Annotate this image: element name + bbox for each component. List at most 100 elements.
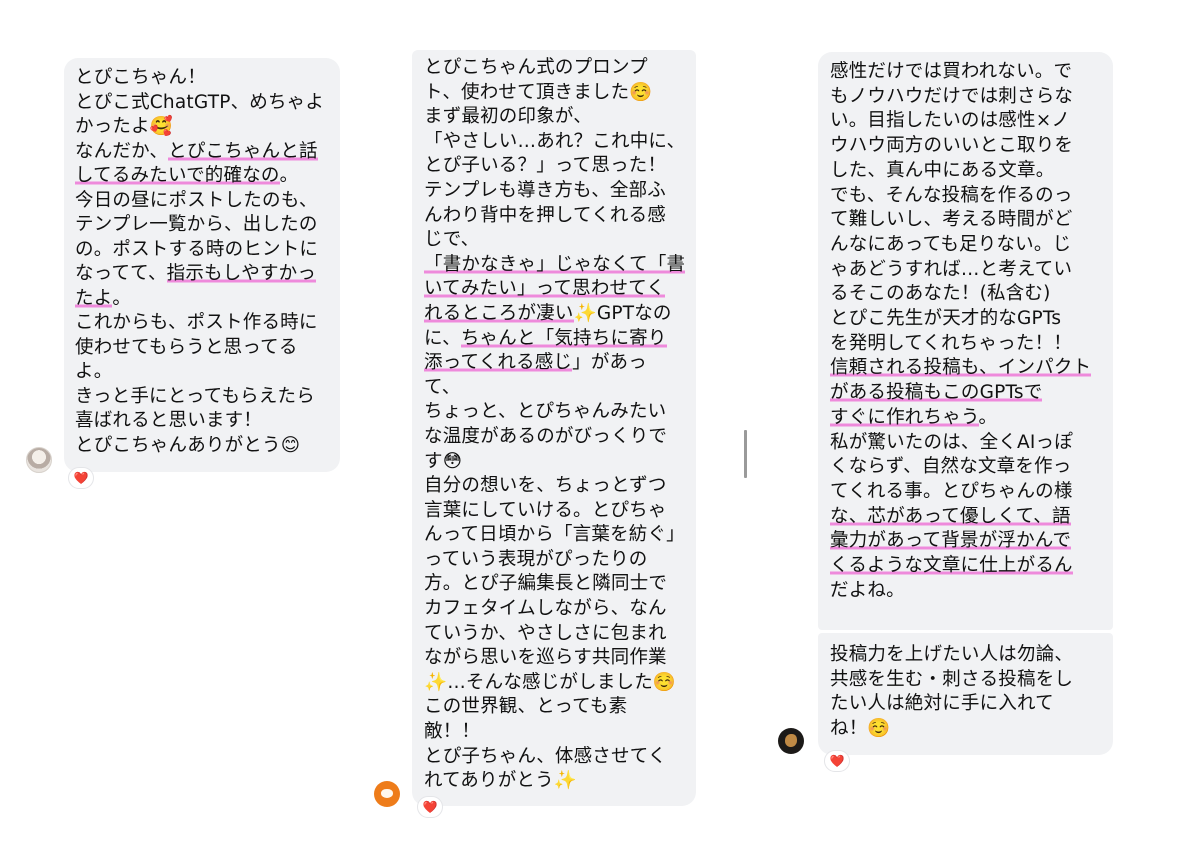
message-line: 感性だけでは買われない。で xyxy=(830,60,1101,85)
message-bubble-4[interactable]: 投稿力を上げたい人は勿論、 共感を生む・刺さる投稿をし たい人は絶対に手に入れて ね！… xyxy=(818,633,1113,755)
sender-avatar-2[interactable] xyxy=(374,781,400,807)
highlighted-text: な、芯があって優しくて、語 xyxy=(830,505,1071,527)
message-text: とぴこちゃん式のプロンプ ト、使わせて頂きました☺️ まず最初の印象が、 「やさしい…… xyxy=(424,56,686,794)
message-text-segment: 今日の昼にポストしたのも、 xyxy=(75,189,318,211)
message-text-segment: な温度があるのがびっくりで xyxy=(424,425,668,447)
heart-reaction-icon[interactable]: ❤️ xyxy=(824,750,850,772)
message-text-segment: テンプレ一覧から、出したの xyxy=(75,214,318,235)
message-text-segment: とぴこ先生が天才的なGPTs xyxy=(830,308,1062,330)
sender-avatar-1[interactable] xyxy=(26,447,52,473)
message-line: とぴこちゃん式のプロンプ xyxy=(424,56,684,81)
message-text-segment: とぴこ式ChatGTP、めちゃよ xyxy=(75,91,325,113)
message-text-segment: ✨GPTなの xyxy=(573,302,672,324)
message-line: たい人は絶対に手に入れて xyxy=(830,692,1101,717)
message-line: ✨…そんな感じがしました☺️ xyxy=(424,671,684,696)
highlighted-text: すぐに作れちゃう xyxy=(830,406,979,428)
highlighted-text: れるところが凄い xyxy=(424,302,574,324)
message-bubble-1[interactable]: とぴこちゃん！ とぴこ式ChatGTP、めちゃよ かったよ🥰 なんだか、とぴこちゃんと… xyxy=(64,58,340,472)
message-text-segment: す😳 xyxy=(424,450,463,472)
message-text-segment: 感性だけでは買われない。で xyxy=(830,61,1073,82)
message-text-segment: とぴこちゃん式のプロンプ xyxy=(424,57,648,78)
message-text-segment: なんだか、 xyxy=(75,140,169,162)
message-line: っていう表現がぴったりの xyxy=(424,548,684,573)
message-line: なってて、指示もしやすかっ xyxy=(75,262,329,287)
message-line: くるような文章に仕上がるん xyxy=(830,554,1101,579)
message-line: だよね。 xyxy=(830,579,1101,604)
message-text-segment: 喜ばれると思います！ xyxy=(75,410,263,431)
message-line: ちょっと、とぴちゃんみたい xyxy=(424,400,684,425)
message-text-segment: これからも、ポスト作る時に xyxy=(75,312,318,333)
message-text-segment: とぴ子いる？」って思った！ xyxy=(424,155,667,177)
message-text-segment: 共感を生む・刺さる投稿をし xyxy=(830,668,1074,690)
message-line: ゃあどうすれば…と考えてい xyxy=(830,258,1101,283)
message-text-segment: じで、 xyxy=(424,229,480,251)
message-text-segment: なってて、 xyxy=(75,263,167,284)
message-line: テンプレ一覧から、出したの xyxy=(75,213,329,238)
message-text-segment: この世界観、とっても素 xyxy=(424,696,628,718)
message-line: ウハウ両方のいいとこ取りを xyxy=(830,134,1101,159)
message-line: とぴ子いる？」って思った！ xyxy=(424,154,684,179)
message-line: とぴこ先生が天才的なGPTs xyxy=(830,307,1101,332)
message-line: 私が驚いたのは、全くAIっぽ xyxy=(830,431,1101,456)
message-line: 信頼される投稿も、インパクト xyxy=(830,356,1101,381)
message-line: んわり背中を押してくれる感 xyxy=(424,204,684,229)
message-line: 言葉にしていける。とぴちゃ xyxy=(424,499,684,524)
message-text-segment: 投稿力を上げたい人は勿論、 xyxy=(830,644,1074,665)
highlighted-text: 彙力があって背景が浮かんで xyxy=(830,530,1072,552)
message-line: を発明してくれちゃった！！ xyxy=(830,332,1101,357)
message-line: じで、 xyxy=(424,228,684,253)
message-text-segment: ウハウ両方のいいとこ取りを xyxy=(830,135,1074,157)
message-text-segment: 使わせてもらうと思ってる xyxy=(75,336,298,358)
highlighted-text: いてみたい」って思わせてく xyxy=(424,278,666,300)
message-bubble-2[interactable]: とぴこちゃん式のプロンプ ト、使わせて頂きました☺️ まず最初の印象が、 「やさしい…… xyxy=(412,50,696,806)
message-line: がある投稿もこのGPTsで xyxy=(830,381,1101,406)
message-line: んなにあっても足りない。じ xyxy=(830,233,1101,258)
message-line: てくれる事。とぴちゃんの様 xyxy=(830,480,1101,505)
message-line: に、ちゃんと「気持ちに寄り xyxy=(424,327,684,352)
message-text-segment: くならず、自然な文章を作っ xyxy=(830,456,1072,478)
divider xyxy=(744,430,747,478)
message-line: ていうか、やさしさに包まれ xyxy=(424,622,684,647)
message-line: ト、使わせて頂きました☺️ xyxy=(424,81,684,106)
highlighted-text: ちゃんと「気持ちに寄り xyxy=(460,327,667,349)
message-line: テンプレも導き方も、全部ふ xyxy=(424,179,684,204)
message-text-segment: とぴこちゃんありがとう😊 xyxy=(75,434,301,456)
message-text-segment: ね！☺️ xyxy=(830,718,891,740)
message-text-segment: かったよ🥰 xyxy=(75,116,174,137)
message-line: 喜ばれると思います！ xyxy=(75,409,329,434)
highlighted-text: がある投稿もこのGPTsで xyxy=(830,382,1043,404)
message-line: 彙力があって背景が浮かんで xyxy=(830,529,1101,554)
message-text-segment: もノウハウだけでは刺さらな xyxy=(830,85,1074,107)
highlighted-text: してるみたいで的確なの xyxy=(75,165,280,186)
message-line: 投稿力を上げたい人は勿論、 xyxy=(830,643,1101,668)
message-line: よ。 xyxy=(75,360,329,385)
message-line: 「やさしい…あれ？これ中に、 xyxy=(424,130,685,155)
message-text-segment: でも、そんな投稿を作るのっ xyxy=(830,184,1073,206)
message-line: んって日頃から「言葉を紡ぐ」 xyxy=(424,523,685,548)
message-text-segment: とぴこちゃん！ xyxy=(75,67,206,88)
message-text-segment: て、 xyxy=(424,376,461,398)
message-text: 投稿力を上げたい人は勿論、 共感を生む・刺さる投稿をし たい人は絶対に手に入れて ね！… xyxy=(830,643,1101,742)
message-text-segment: たい人は絶対に手に入れて xyxy=(830,693,1054,715)
highlighted-text: 「書かなきゃ」じゃなくて「書 xyxy=(424,253,686,275)
message-line: この世界観、とっても素 xyxy=(424,695,684,720)
message-bubble-3[interactable]: 感性だけでは買われない。で もノウハウだけでは刺さらな い。目指したいのは感性×ノウ… xyxy=(818,52,1113,630)
message-line: なんだか、とぴこちゃんと話 xyxy=(75,140,329,165)
message-text-segment: 。 xyxy=(279,165,299,186)
heart-reaction-icon[interactable]: ❤️ xyxy=(68,467,94,489)
message-line: とぴこ式ChatGTP、めちゃよ xyxy=(75,91,329,116)
message-text-segment: を発明してくれちゃった！！ xyxy=(830,332,1072,354)
message-text-segment: 敵！！ xyxy=(424,721,481,743)
highlighted-text: とぴこちゃんと話 xyxy=(168,140,318,162)
sender-avatar-3[interactable] xyxy=(778,728,804,754)
highlighted-text: 添ってくれる感じ xyxy=(424,352,573,374)
message-line: すぐに作れちゃう。 xyxy=(830,406,1101,431)
message-line: 使わせてもらうと思ってる xyxy=(75,336,329,361)
message-line: カフェタイムしながら、なん xyxy=(424,597,684,622)
message-line: す😳 xyxy=(424,450,684,475)
message-text-segment: ちょっと、とぴちゃんみたい xyxy=(424,401,667,423)
message-line: な温度があるのがびっくりで xyxy=(424,425,684,450)
heart-reaction-icon[interactable]: ❤️ xyxy=(417,796,443,818)
message-text-segment: テンプレも導き方も、全部ふ xyxy=(424,179,666,201)
message-text-segment: 。 xyxy=(112,287,132,309)
